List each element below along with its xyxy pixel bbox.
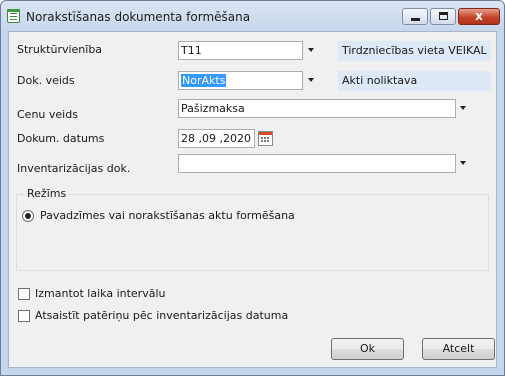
interval-label[interactable]: Izmantot laika intervālu (35, 287, 165, 300)
dialog-body: Struktūrvienība T11 Tirdzniecības vieta … (8, 31, 497, 368)
cenu-veids-dropdown-arrow-icon[interactable] (460, 106, 466, 110)
attach-checkbox[interactable] (18, 310, 30, 322)
rezims-radio[interactable] (22, 210, 34, 222)
minimize-button[interactable] (402, 8, 428, 25)
datums-input[interactable]: 28 ,09 ,2020 (178, 129, 255, 148)
struktur-info: Tirdzniecības vieta VEIKAL (338, 41, 491, 61)
dok-veids-label: Dok. veids (17, 74, 75, 87)
rezims-title: Režīms (25, 187, 69, 200)
close-button[interactable]: x (458, 8, 500, 25)
dok-veids-input[interactable]: NorAkts (178, 71, 303, 90)
ok-button[interactable]: Ok (331, 338, 404, 360)
cenu-veids-select[interactable]: Pašizmaksa (178, 99, 456, 118)
dok-veids-info: Akti noliktava (338, 71, 491, 91)
dok-veids-dropdown-arrow-icon[interactable] (308, 78, 314, 82)
rezims-group (16, 194, 489, 271)
rezims-option-label[interactable]: Pavadzīmes vai norakstīšanas aktu formēš… (40, 209, 295, 222)
cancel-button[interactable]: Atcelt (422, 338, 495, 360)
invent-label: Inventarizācijas dok. (17, 162, 131, 175)
struktur-input[interactable]: T11 (178, 41, 303, 60)
attach-label[interactable]: Atsaistīt patēriņu pēc inventarizācijas … (35, 309, 288, 322)
interval-checkbox[interactable] (18, 288, 30, 300)
close-icon: x (475, 9, 483, 23)
title-bar[interactable]: Norakstīšanas dokumenta formēšana x (1, 1, 504, 31)
struktur-dropdown-arrow-icon[interactable] (308, 48, 314, 52)
datums-label: Dokum. datums (17, 132, 105, 145)
window-title: Norakstīšanas dokumenta formēšana (26, 10, 251, 24)
dok-veids-value: NorAkts (181, 74, 227, 87)
dialog-window: Norakstīšanas dokumenta formēšana x Stru… (0, 0, 505, 376)
cenu-veids-label: Cenu veids (17, 108, 78, 121)
app-icon (7, 9, 20, 23)
invent-select[interactable] (178, 154, 456, 173)
maximize-button[interactable] (430, 8, 456, 25)
invent-dropdown-arrow-icon[interactable] (460, 161, 466, 165)
struktur-label: Struktūrvienība (17, 43, 103, 56)
calendar-icon[interactable] (258, 131, 273, 146)
